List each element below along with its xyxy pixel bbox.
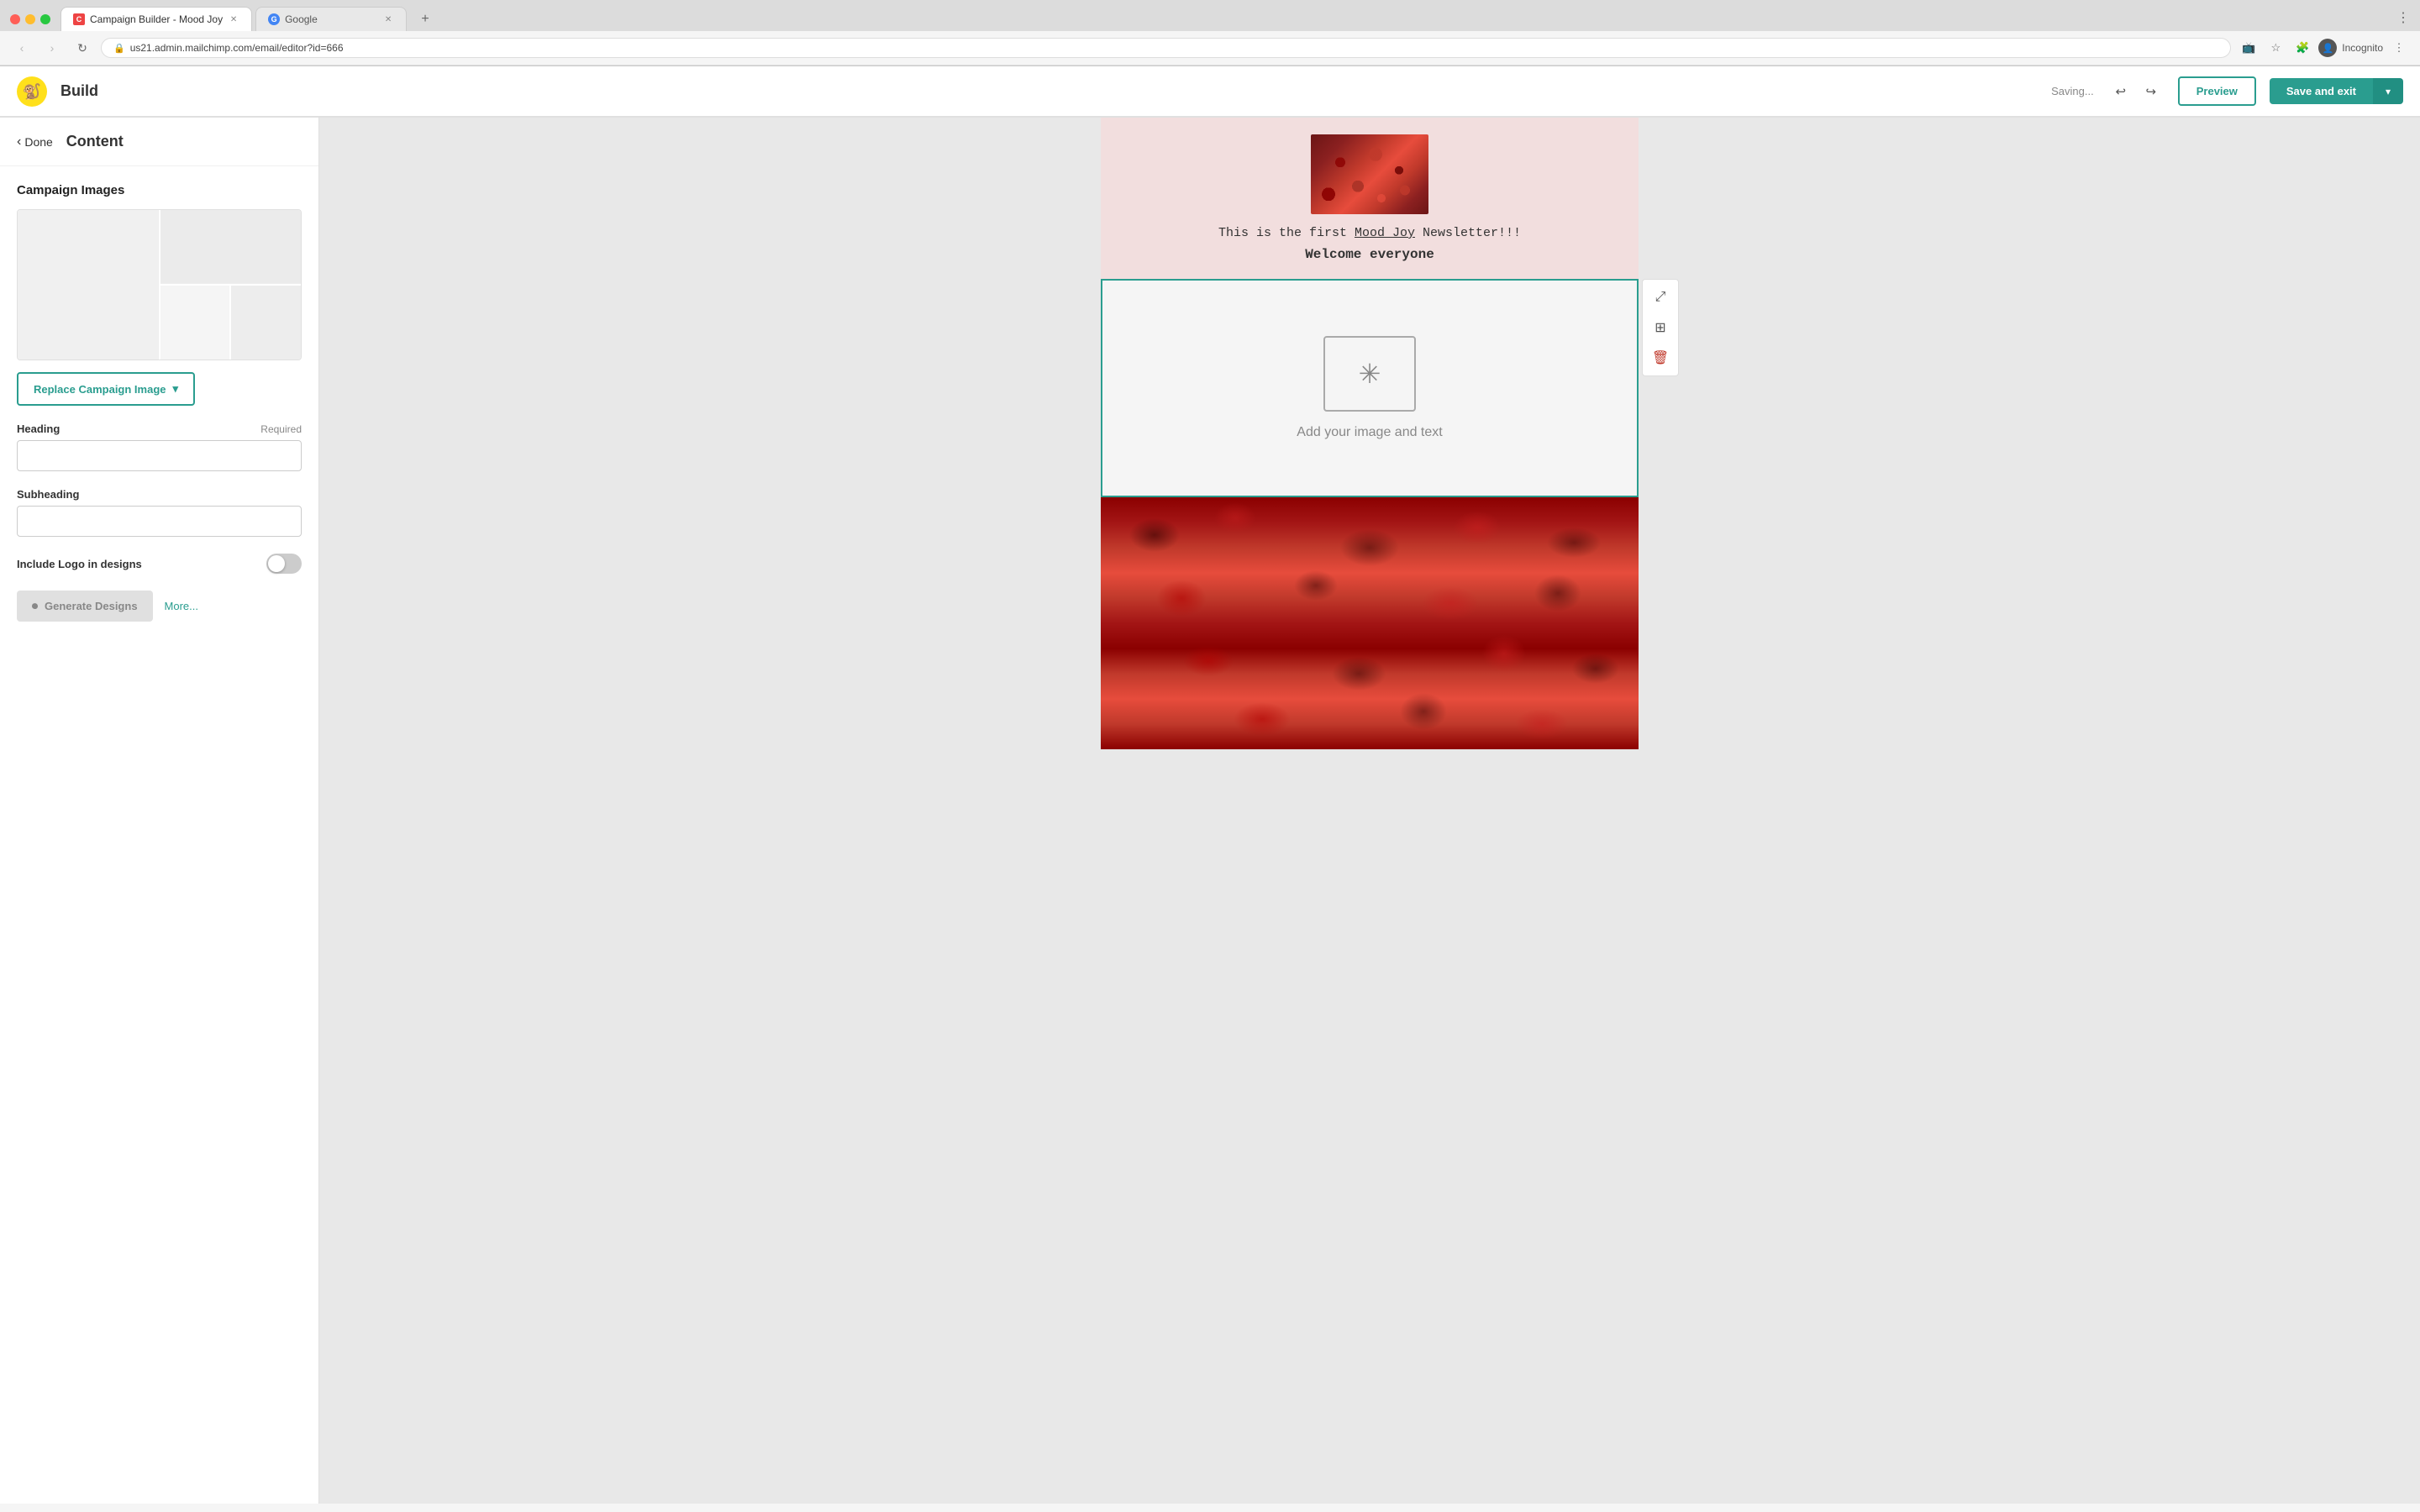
campaign-img-bottom-left[interactable] — [160, 286, 230, 360]
generate-designs-button[interactable]: ⏺ Generate Designs — [17, 591, 153, 622]
mailchimp-logo: 🐒 — [17, 76, 47, 107]
traffic-light-green[interactable] — [40, 14, 50, 24]
form-fields-section: Heading Required Subheading Include Logo… — [0, 423, 318, 638]
tab-favicon-google: G — [268, 13, 280, 25]
more-link[interactable]: More... — [165, 600, 198, 612]
profile-icon[interactable]: 👤 — [2318, 39, 2337, 57]
redo-button[interactable]: ↪ — [2138, 78, 2165, 105]
subheading-field-group: Subheading — [17, 488, 302, 537]
email-photo-block — [1101, 497, 1639, 749]
reload-button[interactable]: ↻ — [71, 36, 94, 60]
tab2-close[interactable]: ✕ — [382, 13, 394, 25]
chevron-down-icon: ▾ — [2386, 86, 2391, 97]
campaign-img-left[interactable] — [18, 210, 159, 360]
block-tools: ⤢ ⊞ 🗑 — [1642, 279, 1679, 376]
app-header: 🐒 Build Saving... ↩ ↪ Preview Save and e… — [0, 66, 2420, 117]
undo-button[interactable]: ↩ — [2107, 78, 2134, 105]
subheading-label: Subheading — [17, 488, 302, 501]
tab-campaign-builder[interactable]: C Campaign Builder - Mood Joy ✕ — [60, 7, 252, 31]
back-button[interactable]: ‹ — [10, 36, 34, 60]
logo-toggle-label: Include Logo in designs — [17, 558, 142, 570]
done-label: Done — [24, 135, 52, 149]
back-arrow-icon: ‹ — [17, 134, 21, 150]
heading-input[interactable] — [17, 440, 302, 471]
incognito-label: Incognito — [2342, 42, 2383, 54]
tab-google[interactable]: G Google ✕ — [255, 7, 407, 31]
move-tool-button[interactable]: ⤢ — [1646, 283, 1675, 312]
subheading-input[interactable] — [17, 506, 302, 537]
email-first-line: This is the first Mood Joy Newsletter!!! — [1118, 226, 1622, 240]
main-layout: ‹ Done Content Campaign Images Replace C… — [0, 118, 2420, 1504]
delete-tool-button[interactable]: 🗑 — [1646, 344, 1675, 372]
replace-campaign-image-button[interactable]: Replace Campaign Image ▾ — [17, 372, 195, 406]
campaign-images-section: Campaign Images Replace Campaign Image ▾ — [0, 166, 318, 423]
tab1-close[interactable]: ✕ — [228, 13, 239, 25]
heading-label: Heading Required — [17, 423, 302, 435]
traffic-light-yellow[interactable] — [25, 14, 35, 24]
canvas-area: This is the first Mood Joy Newsletter!!!… — [319, 118, 2420, 1504]
app-title: Build — [60, 82, 98, 100]
extension-icon[interactable]: 🧩 — [2291, 37, 2313, 59]
campaign-img-top-right[interactable] — [160, 210, 302, 284]
campaign-images-title: Campaign Images — [17, 183, 302, 197]
url-text: us21.admin.mailchimp.com/email/editor?id… — [130, 42, 344, 54]
tab2-title: Google — [285, 13, 318, 25]
sidebar-header: ‹ Done Content — [0, 118, 318, 166]
logo-toggle[interactable] — [266, 554, 302, 574]
undo-redo-controls: ↩ ↪ — [2107, 78, 2165, 105]
tab1-title: Campaign Builder - Mood Joy — [90, 13, 223, 25]
new-tab-button[interactable]: + — [413, 8, 437, 31]
mood-joy-link[interactable]: Mood Joy — [1355, 226, 1415, 240]
image-placeholder-icon: ✳ — [1359, 358, 1381, 390]
chevron-down-icon: ▾ — [173, 382, 179, 396]
sidebar: ‹ Done Content Campaign Images Replace C… — [0, 118, 319, 1504]
browser-menu-button[interactable]: ⋮ — [2388, 37, 2410, 59]
email-block-selected[interactable]: ✳ Add your image and text — [1101, 279, 1639, 497]
tab-favicon-mailchimp: C — [73, 13, 85, 25]
browser-menu-icon[interactable]: ⋮ — [2396, 9, 2410, 26]
duplicate-tool-button[interactable]: ⊞ — [1646, 313, 1675, 342]
replace-label: Replace Campaign Image — [34, 383, 166, 396]
logo-toggle-row: Include Logo in designs — [17, 554, 302, 574]
url-bar[interactable]: 🔒 us21.admin.mailchimp.com/email/editor?… — [101, 38, 2231, 58]
email-canvas: This is the first Mood Joy Newsletter!!!… — [1101, 118, 1639, 1504]
email-welcome-text: Welcome everyone — [1118, 247, 1622, 262]
forward-button[interactable]: › — [40, 36, 64, 60]
preview-button[interactable]: Preview — [2178, 76, 2256, 106]
save-exit-dropdown[interactable]: ▾ — [2373, 78, 2403, 104]
bookmark-icon[interactable]: ☆ — [2265, 37, 2286, 59]
done-button[interactable]: ‹ Done — [17, 134, 53, 150]
email-block-top: This is the first Mood Joy Newsletter!!!… — [1101, 118, 1639, 279]
heading-required: Required — [260, 423, 302, 435]
cast-icon[interactable]: 📺 — [2238, 37, 2260, 59]
save-exit-button[interactable]: Save and exit — [2270, 78, 2373, 104]
campaign-img-bottom-right[interactable] — [231, 286, 301, 360]
campaign-images-grid — [17, 209, 302, 360]
save-exit-group: Save and exit ▾ — [2270, 78, 2403, 104]
generate-spinner: ⏺ — [32, 599, 38, 613]
toggle-knob — [268, 555, 285, 572]
content-title: Content — [66, 133, 124, 150]
svg-text:🐒: 🐒 — [23, 82, 41, 100]
flower-decoration — [1311, 134, 1428, 214]
traffic-light-red[interactable] — [10, 14, 20, 24]
generate-row: ⏺ Generate Designs More... — [17, 591, 302, 622]
add-image-text: Add your image and text — [1297, 425, 1442, 440]
email-header-image — [1311, 134, 1428, 214]
address-bar: ‹ › ↻ 🔒 us21.admin.mailchimp.com/email/e… — [0, 31, 2420, 66]
heading-field-group: Heading Required — [17, 423, 302, 471]
saving-status: Saving... — [2051, 85, 2094, 97]
image-placeholder[interactable]: ✳ — [1323, 336, 1416, 412]
selected-block-wrapper: ✳ Add your image and text ⤢ ⊞ 🗑 — [1101, 279, 1639, 497]
